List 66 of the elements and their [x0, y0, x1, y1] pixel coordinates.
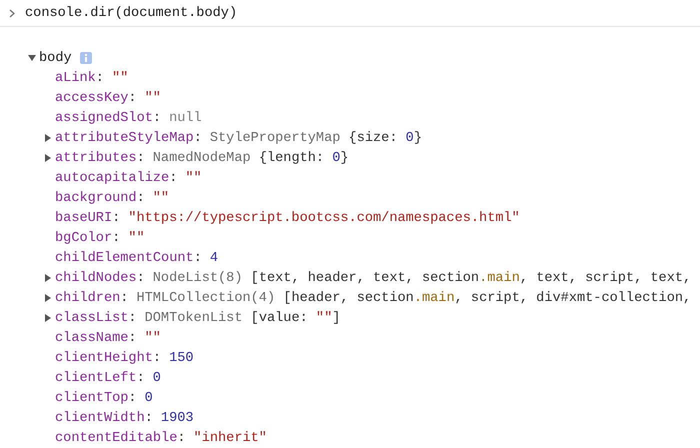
property-value: "" [144, 90, 161, 106]
property-name: childElementCount [55, 250, 194, 266]
property-value: "" [112, 70, 128, 86]
property-value: "https://typescript.bootcss.com/namespaces.html" [128, 210, 520, 226]
expand-triangle-icon[interactable] [44, 274, 52, 282]
colon-separator: : [177, 430, 186, 446]
property-name: clientWidth [55, 410, 145, 426]
property-name: bgColor [55, 230, 112, 246]
property-value: HTMLCollection(4) [header, section.main, script, div#xmt-collection, [136, 290, 692, 306]
property-name: assignedSlot [55, 110, 153, 126]
property-name: background [55, 190, 137, 206]
property-value: StylePropertyMap {size: 0} [210, 130, 422, 146]
colon-separator: : [169, 170, 178, 186]
property-name: clientTop [55, 390, 128, 406]
colon-separator: : [194, 250, 202, 266]
property-value: "" [185, 170, 202, 186]
expand-triangle-icon[interactable] [28, 54, 36, 62]
colon-separator: : [128, 310, 137, 326]
property-name: accessKey [55, 90, 128, 106]
property-value: "" [144, 330, 161, 346]
property-name: contentEditable [55, 430, 178, 446]
expand-triangle-icon[interactable] [44, 294, 52, 302]
property-name[interactable]: classList [55, 310, 128, 326]
property-value: "" [152, 190, 170, 206]
property-value: 0 [152, 370, 161, 386]
colon-separator: : [136, 370, 145, 386]
colon-separator: : [144, 410, 153, 426]
property-name[interactable]: attributeStyleMap [55, 130, 194, 146]
property-value: DOMTokenList [value: ""] [144, 310, 340, 326]
property-value: NamedNodeMap {length: 0} [152, 150, 349, 166]
property-name: clientHeight [55, 350, 153, 366]
property-value: null [169, 110, 202, 126]
colon-separator: : [152, 350, 162, 366]
property-name: className [55, 330, 128, 346]
colon-separator: : [136, 270, 145, 286]
colon-separator: : [128, 330, 137, 346]
colon-separator: : [112, 230, 120, 246]
property-name: clientLeft [55, 370, 137, 386]
property-value: 4 [210, 250, 218, 266]
property-value: 1903 [160, 410, 194, 426]
property-value: "inherit" [194, 430, 267, 446]
property-name[interactable]: childNodes [55, 270, 137, 286]
property-value: 0 [144, 390, 153, 406]
property-name[interactable]: children [55, 290, 120, 306]
colon-separator: : [194, 130, 202, 146]
colon-separator: : [112, 210, 120, 226]
property-value: "" [128, 230, 145, 246]
console-command: console.dir(document.body) [25, 6, 238, 20]
prompt-chevron-icon [9, 8, 15, 18]
object-name[interactable]: body [39, 50, 72, 66]
colon-separator: : [128, 390, 137, 406]
expand-triangle-icon[interactable] [44, 154, 52, 162]
colon-separator: : [120, 290, 128, 306]
colon-separator: : [152, 110, 162, 126]
property-value: 150 [169, 350, 194, 366]
expand-triangle-icon[interactable] [44, 134, 52, 142]
colon-separator: : [96, 70, 104, 86]
property-value: NodeList(8) [text, header, text, section.main, text, script, text, [152, 270, 692, 286]
property-name[interactable]: attributes [55, 150, 137, 166]
colon-separator: : [128, 90, 137, 106]
colon-separator: : [136, 190, 145, 206]
property-name: autocapitalize [55, 170, 170, 186]
colon-separator: : [136, 150, 145, 166]
expand-triangle-icon[interactable] [44, 314, 52, 322]
property-name: aLink [55, 70, 96, 86]
property-name: baseURI [55, 210, 112, 226]
